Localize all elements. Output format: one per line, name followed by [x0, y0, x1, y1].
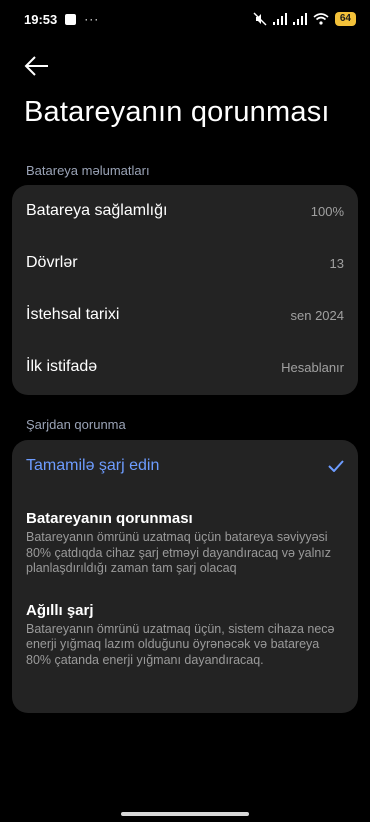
option-smart-charge[interactable]: Ağıllı şarj Batareyanın ömrünü uzatmaq ü… [12, 577, 358, 669]
info-row-label: İlk istifadə [26, 358, 98, 375]
option-battery-protection[interactable]: Batareyanın qorunması Batareyanın ömrünü… [12, 492, 358, 577]
section-label-charge-protection: Şarjdan qorunma [26, 417, 126, 432]
option-title: Ağıllı şarj [26, 601, 94, 619]
signal-icon [272, 13, 287, 25]
signal-icon [292, 13, 307, 25]
battery-icon: 64 [334, 12, 356, 26]
mute-icon [253, 12, 267, 26]
more-notifications-icon: ··· [84, 12, 100, 26]
info-row-first-use[interactable]: İlk istifadə Hesablanır [12, 341, 358, 393]
checkmark-icon [328, 460, 344, 472]
home-indicator[interactable] [121, 812, 249, 816]
battery-info-card: Batareya sağlamlığı 100% Dövrlər 13 İste… [12, 185, 358, 395]
option-title: Tamamilə şarj edin [26, 457, 160, 474]
info-row-manufacture-date[interactable]: İstehsal tarixi sen 2024 [12, 289, 358, 341]
info-row-value: Hesablanır [281, 359, 344, 375]
info-row-label: Batareya sağlamlığı [26, 202, 168, 219]
info-row-cycles[interactable]: Dövrlər 13 [12, 237, 358, 289]
charge-protection-card: Tamamilə şarj edin Batareyanın qorunması… [12, 440, 358, 713]
back-button[interactable] [22, 52, 52, 80]
option-description: Batareyanın ömrünü uzatmaq üçün batareya… [26, 530, 332, 575]
info-row-health[interactable]: Batareya sağlamlığı 100% [12, 185, 358, 237]
option-full-charge[interactable]: Tamamilə şarj edin [12, 440, 358, 492]
status-bar: 19:53 ··· 64 [0, 0, 370, 38]
arrow-left-icon [24, 56, 48, 76]
wifi-icon [313, 13, 329, 25]
info-row-label: Dövrlər [26, 254, 78, 271]
info-row-label: İstehsal tarixi [26, 306, 120, 323]
info-row-value: 13 [329, 255, 344, 271]
option-description: Batareyanın ömrünü uzatmaq üçün, sistem … [26, 621, 335, 667]
option-title: Batareyanın qorunması [26, 510, 193, 527]
status-bar-right: 64 [253, 12, 356, 26]
section-label-battery-info: Batareya məlumatları [26, 163, 150, 178]
status-time: 19:53 [24, 11, 58, 27]
notification-square-icon [65, 13, 77, 25]
status-bar-left: 19:53 ··· [24, 12, 99, 27]
info-row-value: 100% [310, 203, 344, 219]
info-row-value: sen 2024 [290, 307, 345, 323]
page-title: Batareyanın qorunması [24, 96, 330, 128]
